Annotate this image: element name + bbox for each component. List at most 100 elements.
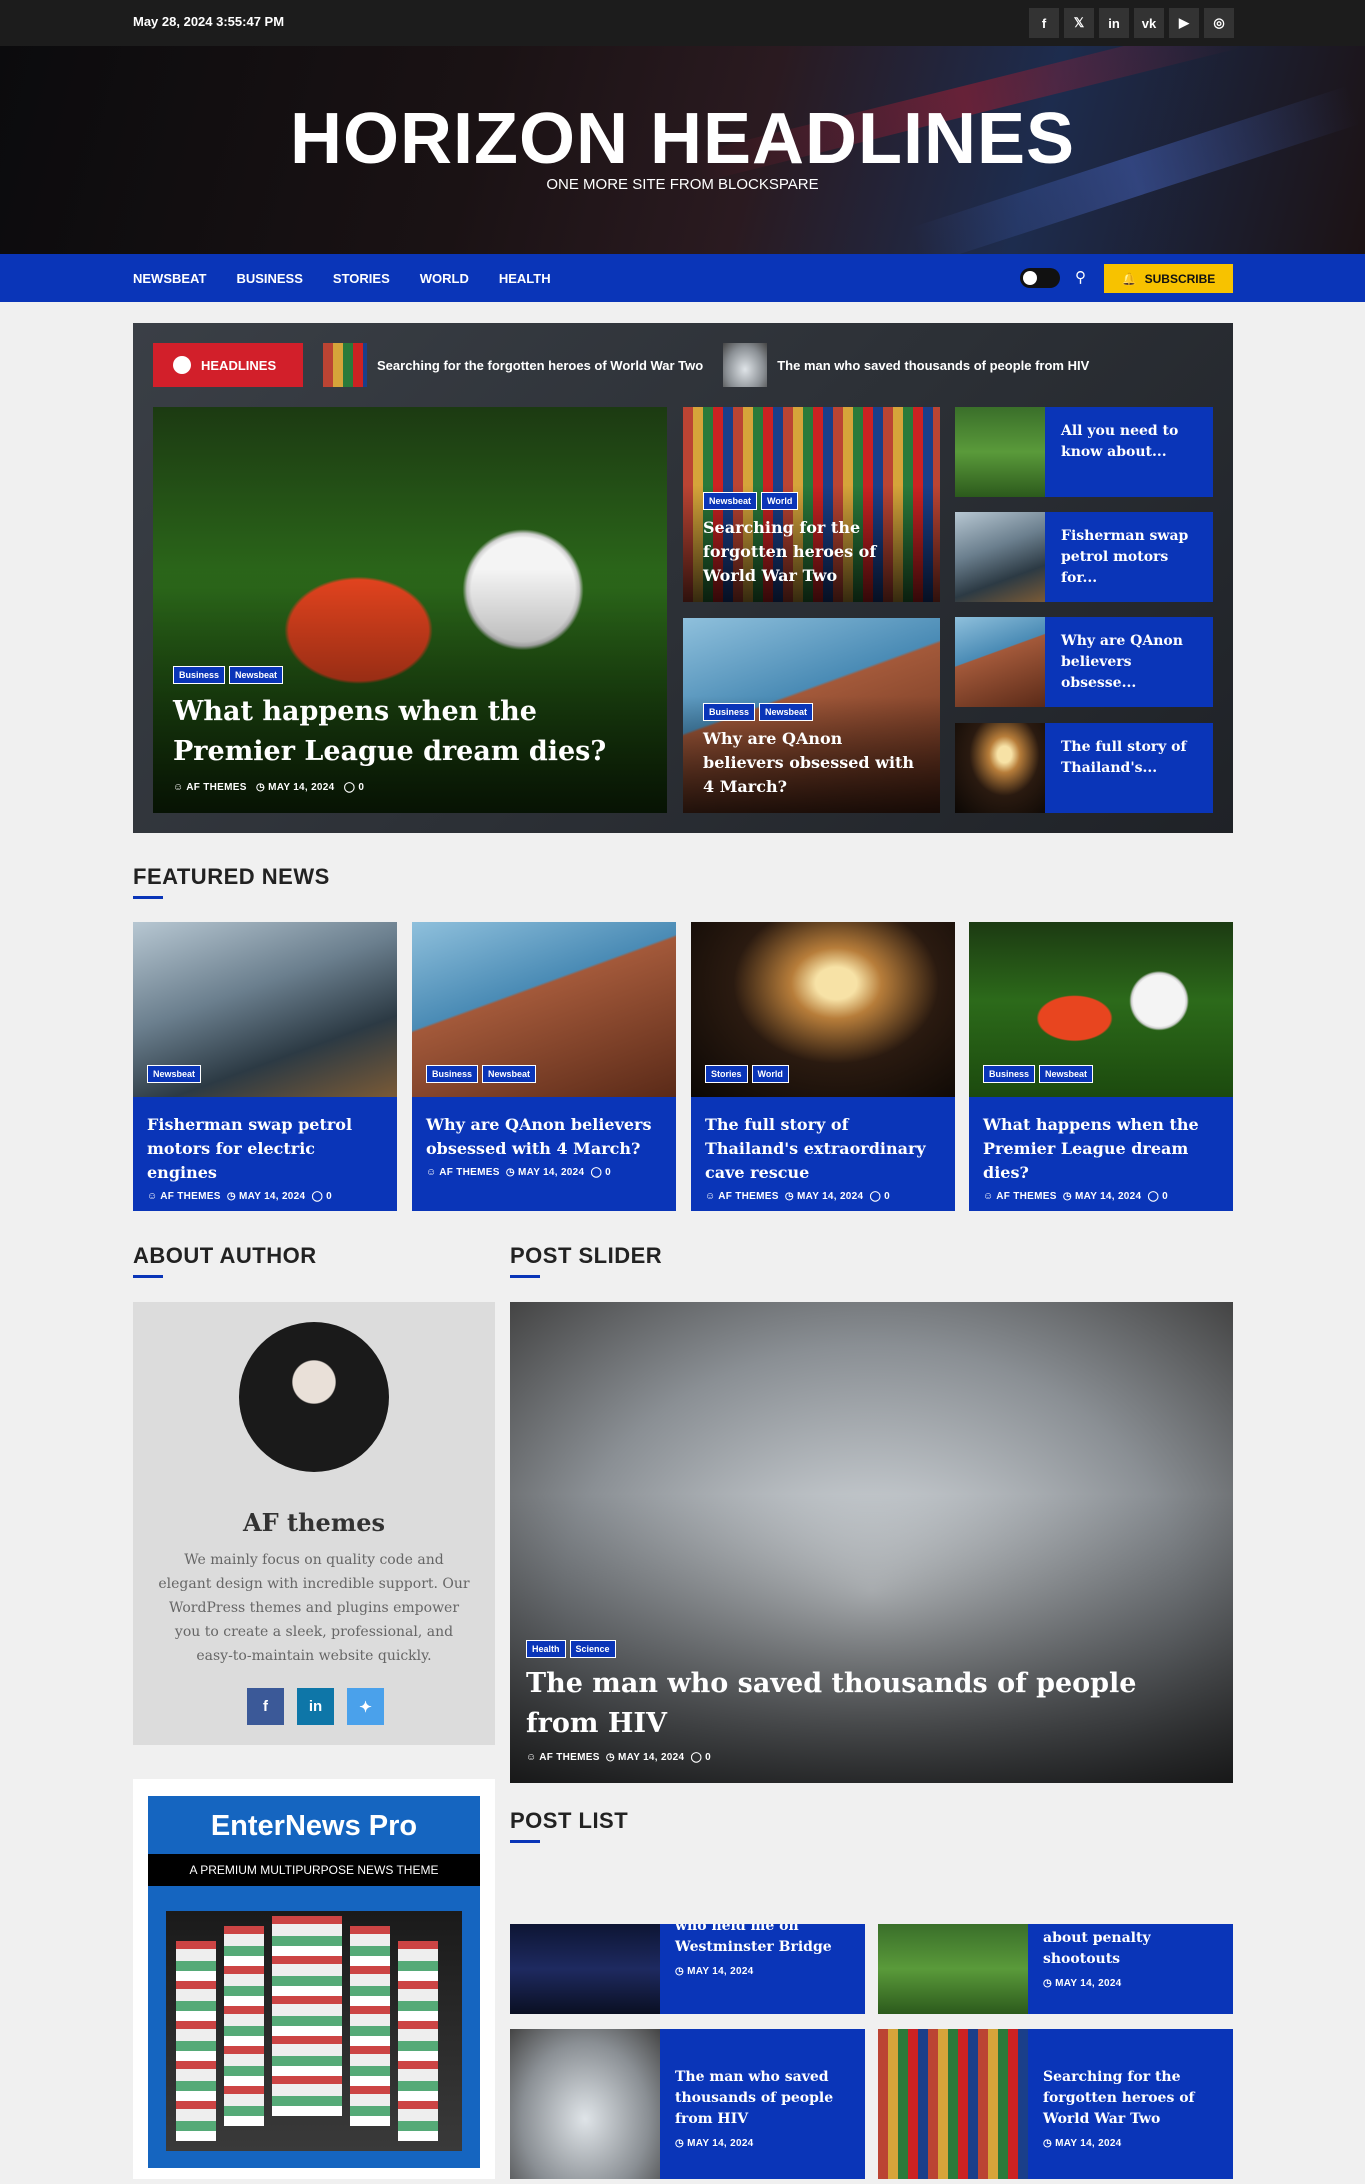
comment-count[interactable]: 0 — [326, 1191, 332, 1202]
site-title[interactable]: HORIZON HEADLINES — [0, 98, 1365, 180]
post-thumbnail — [955, 617, 1045, 707]
facebook-icon[interactable]: f — [247, 1688, 284, 1725]
featured-post[interactable]: Business Newsbeat Why are QAnon believers… — [412, 922, 676, 1211]
post-thumbnail — [510, 1924, 660, 2014]
search-icon[interactable]: ⚲ — [1075, 268, 1086, 286]
post-title[interactable]: Searching for the forgotten heroes of Wo… — [1043, 2067, 1219, 2130]
post-title[interactable]: Why are QAnon believers obsessed with 4 … — [412, 1097, 676, 1167]
post-meta: ☺ AF THEMES ◷ MAY 14, 2024 ◯ 0 — [526, 1752, 712, 1763]
comment-count[interactable]: 0 — [705, 1752, 711, 1763]
post-thumbnail — [878, 1924, 1028, 2014]
post-title[interactable]: about penalty shootouts — [1043, 1928, 1219, 1970]
comment-count[interactable]: 0 — [1162, 1191, 1168, 1202]
post-title[interactable]: Why are QAnon believers obsessed with 4 … — [703, 727, 926, 799]
post-thumbnail — [955, 407, 1045, 497]
post-slider[interactable]: Health Science The man who saved thousand… — [510, 1302, 1233, 1783]
top-bar: May 28, 2024 3:55:47 PM f 𝕏 in vk ▶ ◎ — [0, 0, 1365, 46]
category-badge[interactable]: Newsbeat — [147, 1065, 202, 1083]
nav-item-business[interactable]: BUSINESS — [236, 271, 302, 286]
hero-small-post[interactable]: All you need to know about... — [955, 407, 1213, 497]
x-twitter-icon[interactable]: 𝕏 — [1064, 8, 1094, 38]
hero-small-post[interactable]: Why are QAnon believers obsesse... — [955, 617, 1213, 707]
category-badge[interactable]: World — [751, 1065, 789, 1083]
post-title[interactable]: Why are QAnon believers obsesse... — [1045, 617, 1213, 707]
nav-item-stories[interactable]: STORIES — [333, 271, 390, 286]
hero-small-post[interactable]: Fisherman swap petrol motors for... — [955, 512, 1213, 602]
post-list-item[interactable]: The man who saved thousands of people fr… — [510, 2029, 865, 2179]
post-title[interactable]: All you need to know about... — [1045, 407, 1213, 497]
category-badge[interactable]: Business — [703, 703, 756, 721]
post-author[interactable]: AF THEMES — [539, 1752, 599, 1763]
linkedin-icon[interactable]: in — [297, 1688, 334, 1725]
post-title[interactable]: The man who saved thousands of people fr… — [526, 1664, 1217, 1744]
post-title[interactable]: The man who saved thousands of people fr… — [675, 2067, 851, 2130]
twitter-icon[interactable]: ✦ — [347, 1688, 384, 1725]
category-badge[interactable]: Newsbeat — [482, 1065, 537, 1083]
post-title[interactable]: Searching for the forgotten heroes of Wo… — [703, 516, 926, 588]
post-thumbnail — [955, 723, 1045, 813]
nav-item-health[interactable]: HEALTH — [499, 271, 551, 286]
subscribe-button[interactable]: 🔔 SUBSCRIBE — [1104, 264, 1233, 293]
post-meta: ☺ AF THEMES ◷ MAY 14, 2024 ◯ 0 — [705, 1191, 891, 1202]
post-author[interactable]: AF THEMES — [439, 1167, 499, 1178]
nav-item-newsbeat[interactable]: NEWSBEAT — [133, 271, 206, 286]
comment-count[interactable]: 0 — [358, 782, 364, 793]
instagram-icon[interactable]: ◎ — [1204, 8, 1234, 38]
hero-small-post[interactable]: The full story of Thailand's... — [955, 723, 1213, 813]
ticker-item[interactable]: The man who saved thousands of people fr… — [723, 343, 1089, 387]
category-badge[interactable]: Newsbeat — [1039, 1065, 1094, 1083]
featured-post[interactable]: Newsbeat Fisherman swap petrol motors fo… — [133, 922, 397, 1211]
post-author[interactable]: AF THEMES — [160, 1191, 220, 1202]
ticker-thumbnail — [723, 343, 768, 387]
section-title-post-list: POST LIST — [510, 1808, 629, 1843]
author-bio: We mainly focus on quality code and eleg… — [158, 1552, 470, 1664]
post-title[interactable]: who held me on Westminster Bridge — [675, 1924, 851, 1958]
post-date: MAY 14, 2024 — [617, 1752, 685, 1763]
post-list-item[interactable]: who held me on Westminster Bridge ◷ MAY … — [510, 1924, 865, 2014]
category-badge[interactable]: Business — [426, 1065, 479, 1083]
ticker-item[interactable]: Searching for the forgotten heroes of Wo… — [323, 343, 703, 387]
facebook-icon[interactable]: f — [1029, 8, 1059, 38]
vk-icon[interactable]: vk — [1134, 8, 1164, 38]
hero-mid-post[interactable]: Newsbeat World Searching for the forgotte… — [683, 407, 940, 602]
post-author[interactable]: AF THEMES — [718, 1191, 778, 1202]
category-badge[interactable]: Business — [173, 666, 226, 684]
post-title[interactable]: The full story of Thailand's... — [1045, 723, 1213, 813]
category-badge[interactable]: Stories — [705, 1065, 748, 1083]
youtube-icon[interactable]: ▶ — [1169, 8, 1199, 38]
category-badge[interactable]: World — [761, 492, 799, 510]
screenshot — [398, 1941, 438, 2141]
post-meta: ☺ AF THEMES ◷ MAY 14, 2024 ◯ 0 — [147, 1191, 333, 1202]
hero-main-post[interactable]: Business Newsbeat What happens when the P… — [153, 407, 667, 813]
post-list-item[interactable]: about penalty shootouts ◷ MAY 14, 2024 — [878, 1924, 1233, 2014]
hero-mid-post[interactable]: Business Newsbeat Why are QAnon believers… — [683, 618, 940, 813]
section-title-featured: FEATURED NEWS — [133, 864, 330, 899]
comment-count[interactable]: 0 — [605, 1167, 611, 1178]
post-author[interactable]: AF THEMES — [186, 782, 246, 793]
category-badge[interactable]: Newsbeat — [703, 492, 758, 510]
comment-count[interactable]: 0 — [884, 1191, 890, 1202]
site-tagline: ONE MORE SITE FROM BLOCKSPARE — [546, 176, 819, 193]
ticker-thumbnail — [323, 343, 367, 387]
post-author[interactable]: AF THEMES — [996, 1191, 1056, 1202]
category-badge[interactable]: Business — [983, 1065, 1036, 1083]
category-badge[interactable]: Science — [569, 1640, 616, 1658]
post-title[interactable]: Fisherman swap petrol motors for... — [1045, 512, 1213, 602]
post-title[interactable]: The full story of Thailand's extraordina… — [691, 1097, 955, 1191]
post-date: MAY 14, 2024 — [796, 1191, 864, 1202]
nav-item-world[interactable]: WORLD — [420, 271, 469, 286]
post-title[interactable]: What happens when the Premier League dre… — [173, 692, 647, 772]
post-list-item[interactable]: Searching for the forgotten heroes of Wo… — [878, 2029, 1233, 2179]
screenshot — [272, 1916, 342, 2116]
promo-banner[interactable]: EnterNews Pro A PREMIUM MULTIPURPOSE NEW… — [133, 1779, 495, 2179]
featured-post[interactable]: Business Newsbeat What happens when the P… — [969, 922, 1233, 1211]
linkedin-icon[interactable]: in — [1099, 8, 1129, 38]
category-badge[interactable]: Newsbeat — [759, 703, 814, 721]
dark-mode-toggle[interactable] — [1020, 268, 1060, 288]
post-meta: ☺ AF THEMES ◷ MAY 14, 2024 ◯ 0 — [426, 1167, 612, 1178]
post-title[interactable]: What happens when the Premier League dre… — [969, 1097, 1233, 1191]
category-badge[interactable]: Newsbeat — [229, 666, 284, 684]
post-title[interactable]: Fisherman swap petrol motors for electri… — [133, 1097, 397, 1191]
category-badge[interactable]: Health — [526, 1640, 566, 1658]
featured-post[interactable]: Stories World The full story of Thailand'… — [691, 922, 955, 1211]
